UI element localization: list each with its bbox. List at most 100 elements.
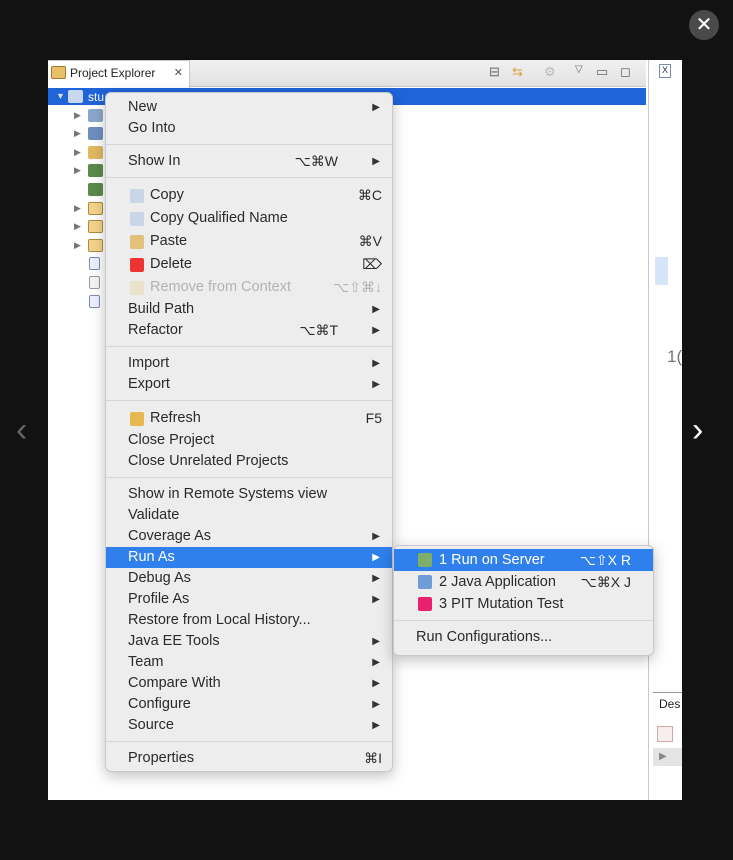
menu-item-team[interactable]: Team ▶ [106, 652, 392, 673]
menu-item-export[interactable]: Export ▶ [106, 374, 392, 395]
menu-item-build-path[interactable]: Build Path ▶ [106, 299, 392, 320]
menu-item-profile-as[interactable]: Profile As ▶ [106, 589, 392, 610]
line-number-fragment: 1( [667, 347, 682, 366]
menu-item-show-in-remote-systems-view[interactable]: Show in Remote Systems view [106, 484, 392, 505]
menu-item-label: Close Unrelated Projects [128, 453, 289, 469]
menu-item-configure[interactable]: Configure ▶ [106, 694, 392, 715]
menu-item-run-configurations[interactable]: Run Configurations... [394, 627, 653, 648]
menu-item-label: Validate [128, 507, 180, 523]
library-icon [88, 164, 103, 178]
menu-separator [106, 139, 392, 151]
shortcut: ⌘V [358, 233, 382, 249]
shortcut: ⌥⇧X R [579, 552, 631, 568]
project-explorer-icon [51, 66, 66, 79]
copy-icon [130, 189, 144, 203]
next-image-button[interactable]: › [692, 410, 703, 450]
shortcut: ⌦ [362, 256, 382, 272]
xml-file-icon [89, 294, 100, 308]
menu-item-paste[interactable]: Paste ⌘V [106, 230, 392, 253]
java-application-icon [418, 575, 432, 589]
deployment-icon [88, 108, 103, 122]
menu-item-copy[interactable]: Copy ⌘C [106, 184, 392, 207]
tab-project-explorer[interactable]: Project Explorer ✕ [48, 60, 190, 88]
menu-separator [106, 472, 392, 484]
collapse-all-icon[interactable]: ⊟ [489, 64, 500, 80]
submenu-item-1-run-on-server[interactable]: 1 Run on Server ⌥⇧X R [394, 549, 653, 571]
folder-icon [88, 220, 103, 234]
menu-item-java-ee-tools[interactable]: Java EE Tools ▶ [106, 631, 392, 652]
menu-item-delete[interactable]: Delete ⌦ [106, 253, 392, 276]
tab-design[interactable]: Des [653, 692, 682, 716]
menu-item-label: Refresh [150, 410, 201, 426]
menu-item-source[interactable]: Source ▶ [106, 715, 392, 736]
menu-separator [106, 736, 392, 748]
editor-pane: X 1( Des ▶ [648, 60, 682, 800]
submenu-arrow-icon: ▶ [372, 102, 380, 113]
menu-item-new[interactable]: New ▶ [106, 97, 392, 118]
menu-item-close-unrelated-projects[interactable]: Close Unrelated Projects [106, 451, 392, 472]
close-tab-icon[interactable]: ✕ [174, 66, 183, 79]
view-menu-icon[interactable]: ▽ [575, 64, 583, 75]
shortcut: ⌥⇧⌘↓ [333, 279, 382, 295]
context-menu: New ▶ Go Into Show In ⌥⌘W ▶ Copy ⌘C Copy Qualifi… [105, 92, 393, 772]
submenu-arrow-icon: ▶ [372, 636, 380, 647]
menu-item-copy-qualified-name[interactable]: Copy Qualified Name [106, 207, 392, 230]
menu-item-remove-from-context[interactable]: Remove from Context ⌥⇧⌘↓ [106, 276, 392, 299]
menu-item-label: Close Project [128, 432, 215, 448]
submenu-arrow-icon: ▶ [372, 573, 380, 584]
project-icon [68, 90, 83, 103]
menu-item-run-as[interactable]: Run As ▶ [106, 547, 392, 568]
shortcut: ⌥⌘W [294, 153, 338, 169]
copy-qualified-name-icon [130, 212, 144, 226]
menu-item-debug-as[interactable]: Debug As ▶ [106, 568, 392, 589]
run-as-submenu: 1 Run on Server ⌥⇧X R 2 Java Application ⌥⌘… [393, 545, 654, 656]
submenu-arrow-icon: ▶ [372, 325, 380, 336]
menu-item-import[interactable]: Import ▶ [106, 353, 392, 374]
minimize-icon[interactable]: ▭ [596, 64, 608, 80]
menu-item-properties[interactable]: Properties ⌘I [106, 748, 392, 769]
submenu-arrow-icon: ▶ [372, 531, 380, 542]
filter-icon[interactable]: ⚙ [544, 64, 556, 80]
remove-context-icon [130, 281, 144, 295]
menu-item-label: Show in Remote Systems view [128, 486, 328, 502]
menu-item-validate[interactable]: Validate [106, 505, 392, 526]
menu-item-restore-from-local-history[interactable]: Restore from Local History... [106, 610, 392, 631]
palette-icon [657, 726, 673, 742]
java-resources-icon [88, 145, 103, 159]
refresh-icon [130, 412, 144, 426]
menu-item-show-in[interactable]: Show In ⌥⌘W ▶ [106, 151, 392, 172]
web-resources-icon [88, 127, 103, 141]
menu-item-label: Debug As [128, 570, 191, 586]
menu-item-refresh[interactable]: Refresh F5 [106, 407, 392, 430]
menu-item-coverage-as[interactable]: Coverage As ▶ [106, 526, 392, 547]
menu-item-label: Import [128, 355, 170, 371]
menu-item-label: Go Into [128, 120, 176, 136]
submenu-item-label: 3 PIT Mutation Test [439, 596, 564, 612]
menu-item-go-into[interactable]: Go Into [106, 118, 392, 139]
previous-image-button[interactable]: ‹ [16, 410, 27, 450]
menu-item-label: Coverage As [128, 528, 212, 544]
submenu-arrow-icon: ▶ [372, 699, 380, 710]
menu-item-close-project[interactable]: Close Project [106, 430, 392, 451]
xml-editor-tab-icon[interactable]: X [659, 64, 671, 78]
menu-item-label: Remove from Context [150, 279, 292, 295]
close-viewer-button[interactable]: ✕ [689, 10, 719, 40]
submenu-item-3-pit-mutation-test[interactable]: 3 PIT Mutation Test [394, 593, 653, 615]
library-icon [88, 182, 103, 196]
menu-item-label: Export [128, 376, 170, 392]
submenu-item-2-java-application[interactable]: 2 Java Application ⌥⌘X J [394, 571, 653, 593]
submenu-arrow-icon: ▶ [372, 358, 380, 369]
shortcut: ⌘I [364, 750, 382, 766]
menu-item-label: Paste [150, 233, 188, 249]
run-on-server-icon [418, 553, 432, 567]
text-file-icon [89, 275, 100, 289]
maximize-icon[interactable]: ◻ [620, 64, 631, 80]
menu-item-label: Source [128, 717, 174, 733]
menu-item-refactor[interactable]: Refactor ⌥⌘T ▶ [106, 320, 392, 341]
shortcut: ⌥⌘X J [580, 574, 631, 590]
link-with-editor-icon[interactable]: ⇆ [512, 64, 523, 80]
menu-item-compare-with[interactable]: Compare With ▶ [106, 673, 392, 694]
expand-icon[interactable]: ▶ [653, 748, 682, 766]
menu-item-label: Restore from Local History... [128, 612, 311, 628]
folder-icon [88, 201, 103, 215]
